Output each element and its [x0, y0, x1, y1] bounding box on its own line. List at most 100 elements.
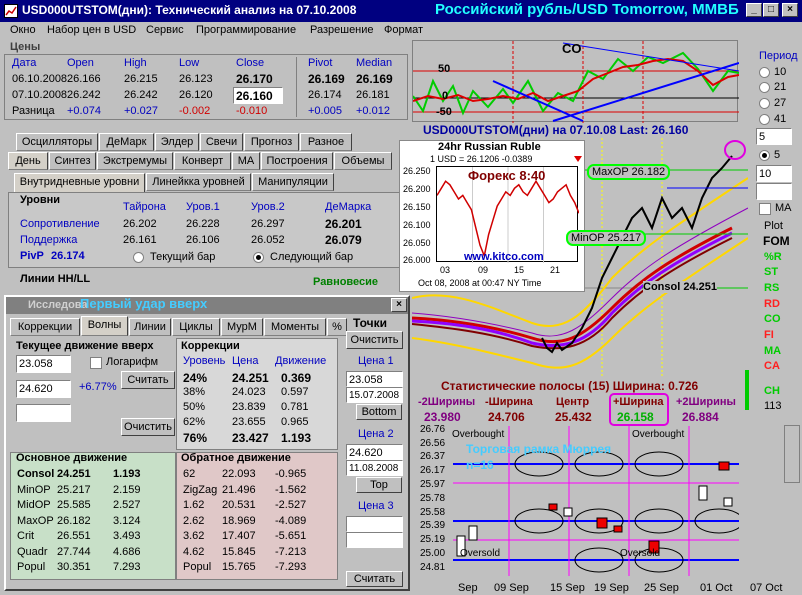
log-label: Логарифм [106, 356, 159, 368]
research-tab-pct[interactable]: % [327, 318, 347, 336]
plot-item-st[interactable]: ST [764, 266, 778, 278]
tab-misc[interactable]: Разное [300, 133, 352, 151]
radio-next-bar[interactable] [253, 252, 264, 263]
tab-extremums[interactable]: Экстремумы [97, 152, 173, 170]
tab-candles[interactable]: Свечи [200, 133, 243, 151]
ma-checkbox[interactable] [759, 203, 771, 215]
tab-oscillators[interactable]: Осцилляторы [16, 133, 98, 151]
tab-constructions[interactable]: Построения [261, 152, 333, 170]
radio-period-10[interactable] [759, 67, 770, 78]
plot-item-co[interactable]: CO [764, 313, 781, 325]
radio-period-5[interactable] [759, 150, 770, 161]
pivp-label: PivP [20, 250, 44, 262]
clear-button[interactable]: Очистить [121, 418, 175, 436]
corrections-title: Коррекции [181, 340, 240, 352]
reverse-move-delta: -5.651 [275, 530, 307, 542]
close-button[interactable]: × [782, 3, 798, 17]
date1-input[interactable]: 15.07.2008 [346, 387, 403, 403]
research-tab-murm[interactable]: МурМ [221, 318, 263, 336]
research-tab-moments[interactable]: Моменты [264, 318, 326, 336]
tab-demark[interactable]: ДеМарк [99, 133, 154, 151]
stat-bands-title: Статистические полосы (15) Ширина: 0.726 [441, 379, 699, 393]
levels-header-tyrone: Тайрона [123, 201, 166, 213]
tab-day[interactable]: День [8, 152, 48, 170]
radio-period-21[interactable] [759, 82, 770, 93]
scrollbar-right[interactable] [784, 425, 800, 483]
value10-input[interactable]: 10 [756, 165, 792, 182]
price-row2-open: 26.242 [67, 89, 101, 101]
tab-elder[interactable]: Элдер [155, 133, 199, 151]
bottom-button[interactable]: Bottom [356, 404, 402, 420]
points-clear-button[interactable]: Очистить [346, 331, 403, 349]
top-button[interactable]: Top [356, 477, 402, 493]
band-header-m1: -Ширина [485, 396, 533, 408]
main-move-label: MinOP [17, 483, 51, 496]
reverse-move-price: 17.407 [222, 530, 256, 542]
research-tab-corrections[interactable]: Коррекции [10, 318, 80, 336]
period-input[interactable]: 5 [756, 128, 792, 145]
radio-current-bar[interactable] [133, 252, 144, 263]
maximize-button[interactable]: □ [763, 3, 779, 17]
research-title: Первый удар вверх [80, 296, 208, 311]
radio-period-27[interactable] [759, 98, 770, 109]
resistance-lvl1: 26.228 [186, 218, 220, 230]
price1-input[interactable]: 23.058 [346, 371, 403, 387]
price3-input[interactable] [346, 516, 403, 532]
close-input[interactable]: 26.160 [233, 87, 283, 104]
move-value2-input[interactable]: 24.620 [16, 380, 71, 398]
date2-input[interactable]: 11.08.2008 [346, 460, 403, 476]
date3-input[interactable] [346, 532, 403, 548]
plot-item-ca[interactable]: CA [764, 360, 780, 372]
kitco-x-tick-3: 21 [550, 265, 561, 275]
menu-service[interactable]: Сервис [146, 24, 184, 36]
band-value-m1: 24.706 [488, 410, 525, 424]
plot-item-fi[interactable]: FI [764, 329, 774, 341]
main-move-label: Quadr [17, 545, 48, 558]
radio-next-bar-label: Следующий бар [270, 251, 354, 263]
calc-button[interactable]: Считать [121, 371, 175, 389]
tab-manipulations[interactable]: Манипуляции [252, 173, 334, 191]
kitco-subtitle: 1 USD = 26.1206 -0.0389 [430, 154, 533, 164]
minimize-button[interactable]: _ [746, 3, 762, 17]
radio-period-41[interactable] [759, 114, 770, 125]
band-value-p2: 26.884 [682, 410, 719, 424]
log-checkbox[interactable] [90, 357, 102, 369]
plot-item-r[interactable]: %R [764, 251, 782, 263]
menu-programming[interactable]: Программирование [196, 24, 296, 36]
plot-item-rd[interactable]: RD [764, 298, 780, 310]
tab-forecast[interactable]: Прогноз [244, 133, 299, 151]
tab-volumes[interactable]: Объемы [334, 152, 392, 170]
correction-level: 50% [183, 401, 206, 413]
tab-envelope[interactable]: Конверт [174, 152, 231, 170]
main-move-delta: 3.493 [113, 530, 141, 542]
osc-blue-line [690, 45, 692, 47]
menu-format[interactable]: Формат [384, 24, 423, 36]
plot-item-rs[interactable]: RS [764, 282, 779, 294]
ma-label: MA [775, 202, 792, 214]
menu-price-set[interactable]: Набор цен в USD [47, 24, 136, 36]
tab-ma[interactable]: МА [232, 152, 260, 170]
research-tab-waves[interactable]: Волны [81, 316, 128, 336]
menu-window[interactable]: Окно [10, 24, 36, 36]
tab-intraday-levels[interactable]: Внутридневные уровни [14, 173, 145, 193]
research-tab-lines[interactable]: Линии [129, 318, 171, 336]
tab-level-ruler[interactable]: Линейкка уровней [146, 173, 251, 191]
kitco-footer: Oct 08, 2008 at 00:47 NY Time [418, 278, 542, 288]
support-lvl1: 26.106 [186, 234, 220, 246]
tab-synthesis[interactable]: Синтез [49, 152, 96, 170]
band-highlight [609, 393, 669, 426]
diff-median: +0.012 [356, 105, 390, 117]
instrument-header: Российский рубль/USD Tomorrow, ММВБ [435, 1, 739, 18]
move-value3-input[interactable] [16, 404, 71, 422]
move-value1-input[interactable]: 23.058 [16, 355, 71, 373]
price2-input[interactable]: 24.620 [346, 444, 403, 460]
blank-input[interactable] [756, 183, 792, 200]
period-10-label: 10 [774, 66, 787, 78]
plot-item-ma[interactable]: MA [764, 345, 781, 357]
murrey-tick-6: 25.58 [420, 507, 446, 518]
prices-label: Цены [10, 41, 41, 53]
points-calc-button[interactable]: Считать [346, 571, 403, 587]
menu-resolution[interactable]: Разрешение [310, 24, 374, 36]
research-close-button[interactable]: × [391, 298, 407, 312]
research-tab-cycles[interactable]: Циклы [172, 318, 220, 336]
